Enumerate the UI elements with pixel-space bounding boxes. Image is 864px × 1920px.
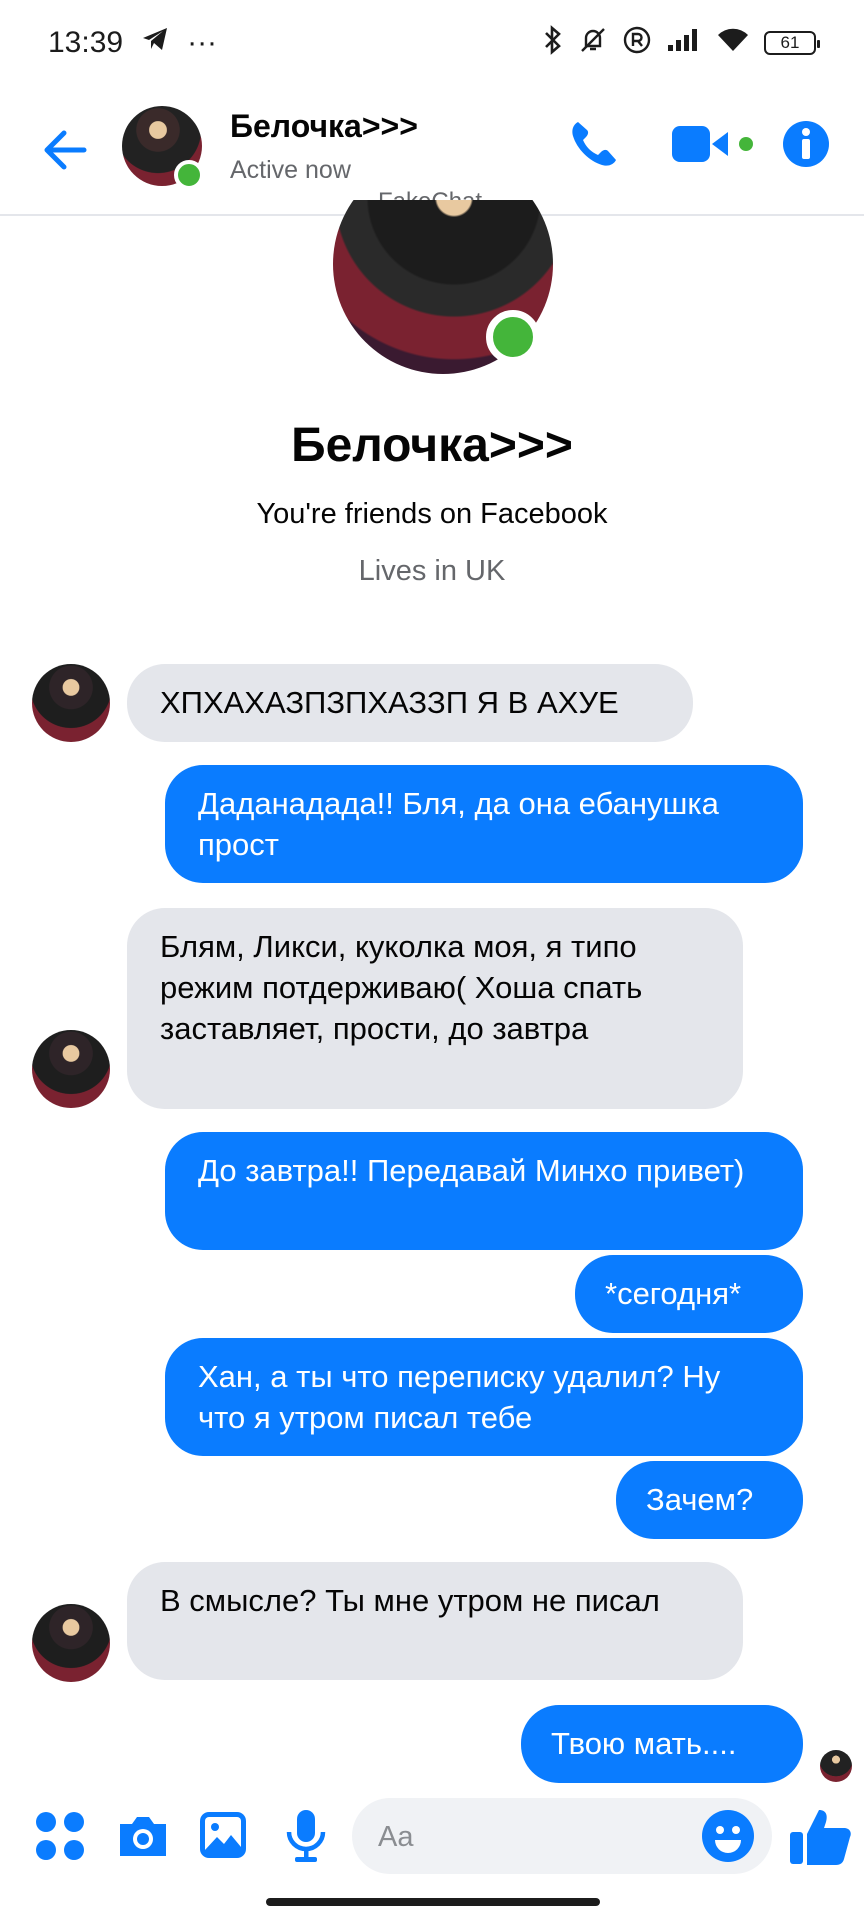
info-icon[interactable] — [782, 120, 830, 173]
message-bubble-outgoing[interactable]: Хан, а ты что переписку удалил? Ну что я… — [165, 1338, 803, 1456]
message-bubble-outgoing[interactable]: Зачем? — [616, 1461, 803, 1539]
message-avatar[interactable] — [32, 1604, 110, 1682]
online-indicator — [174, 160, 204, 190]
wifi-icon — [716, 27, 750, 60]
message-bubble-incoming[interactable]: Блям, Ликси, куколка моя, я типо режим п… — [127, 908, 743, 1109]
message-input[interactable] — [376, 1798, 680, 1876]
status-bar-right: 61 — [542, 24, 820, 62]
status-time: 13:39 — [48, 26, 124, 59]
message-bubble-outgoing[interactable]: Твою мать.... — [521, 1705, 803, 1783]
more-notifications: ··· — [187, 26, 218, 59]
battery-icon: 61 — [764, 31, 820, 55]
microphone-icon[interactable] — [284, 1808, 328, 1869]
seen-receipt-avatar — [820, 1750, 852, 1782]
location-text: Lives in UK — [358, 555, 506, 587]
telegram-icon — [141, 26, 169, 60]
signal-icon — [666, 27, 702, 60]
camera-icon[interactable] — [116, 1812, 170, 1865]
bell-muted-icon — [578, 25, 608, 62]
phone-call-icon[interactable] — [566, 116, 622, 177]
back-arrow-icon[interactable] — [38, 122, 94, 178]
message-bubble-outgoing[interactable]: До завтра!! Передавай Минхо привет) — [165, 1132, 803, 1250]
registered-icon — [622, 25, 652, 62]
bluetooth-icon — [542, 24, 564, 62]
contact-name[interactable]: Белочка>>> — [230, 108, 418, 145]
message-bubble-outgoing[interactable]: *сегодня* — [575, 1255, 803, 1333]
emoji-icon[interactable] — [700, 1808, 756, 1869]
profile-name: Белочка>>> — [291, 419, 573, 472]
message-avatar[interactable] — [32, 664, 110, 742]
like-thumbs-up-icon[interactable] — [788, 1804, 854, 1873]
message-composer — [0, 1786, 864, 1886]
status-bar-left: 13:39 ··· — [48, 26, 217, 60]
active-status: Active now — [230, 156, 351, 184]
profile-online-indicator — [486, 310, 540, 364]
friends-status: You're friends on Facebook — [256, 498, 608, 530]
battery-level: 61 — [780, 33, 800, 52]
message-avatar[interactable] — [32, 1030, 110, 1108]
message-input-container[interactable] — [352, 1798, 772, 1876]
gallery-icon[interactable] — [198, 1810, 248, 1865]
message-bubble-outgoing[interactable]: Даданадада!! Бля, да она ебанушка прост — [165, 765, 803, 883]
home-indicator[interactable] — [266, 1898, 600, 1906]
apps-menu-icon[interactable] — [34, 1810, 86, 1867]
message-bubble-incoming[interactable]: В смысле? Ты мне утром не писал — [127, 1562, 743, 1680]
video-call-icon[interactable] — [670, 122, 756, 171]
status-bar: 13:39 ··· 61 — [0, 0, 864, 86]
message-bubble-incoming[interactable]: ХПХАХАЗПЗПХАЗЗП Я В АХУЕ — [127, 664, 693, 742]
